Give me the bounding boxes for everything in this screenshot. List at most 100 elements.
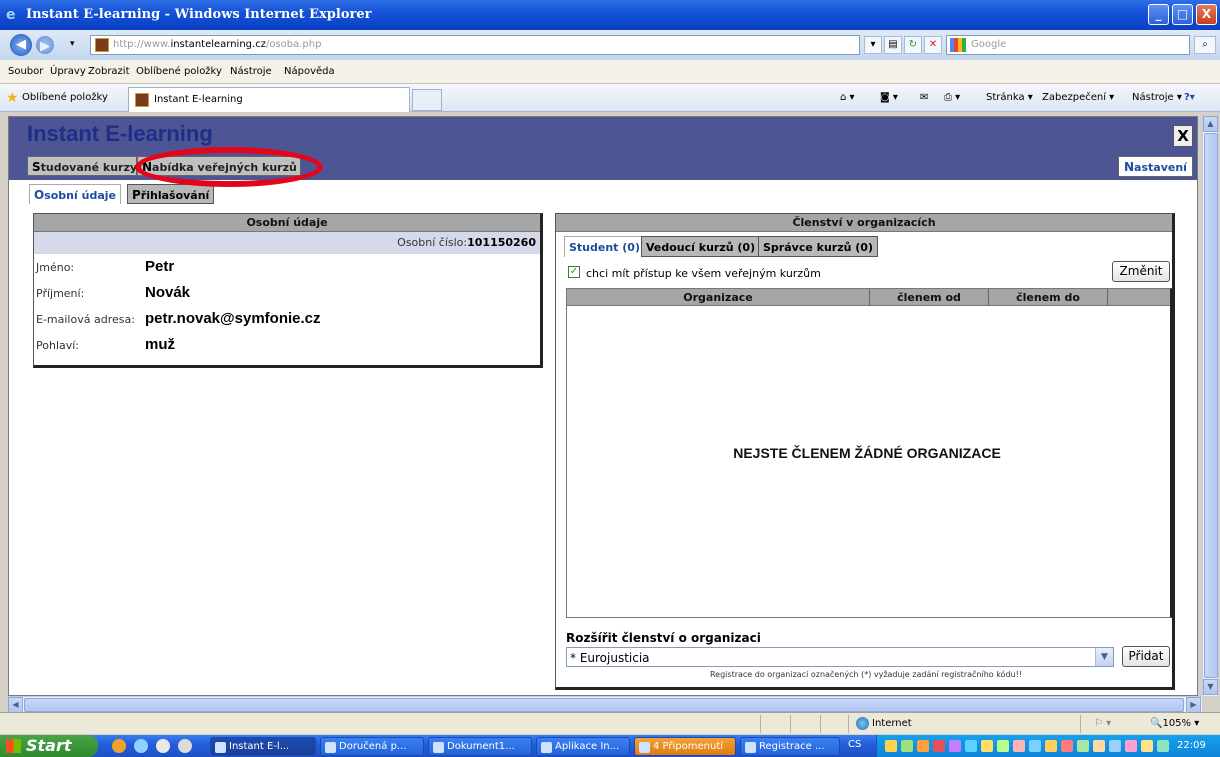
chevron-down-icon[interactable]: ▼ [1095, 648, 1113, 666]
search-button[interactable]: ⌕ [1194, 36, 1216, 54]
zoom-level[interactable]: 🔍105% ▾ [1150, 718, 1199, 729]
quicklaunch-app-icon[interactable] [156, 739, 170, 753]
tray-icon[interactable] [1157, 740, 1169, 752]
ie-logo-icon: e [6, 7, 16, 23]
tray-icon[interactable] [997, 740, 1009, 752]
field-label: Jméno: [36, 261, 75, 274]
menu-edit[interactable]: Úpravy [50, 66, 86, 77]
language-indicator[interactable]: CS [848, 739, 861, 750]
horizontal-scroll-thumb[interactable] [24, 698, 1184, 712]
menu-tools[interactable]: Nástroje [230, 66, 272, 77]
feeds-icon[interactable]: ◙ ▾ [880, 92, 898, 103]
forward-button[interactable]: ▶ [36, 36, 54, 54]
quicklaunch-firefox-icon[interactable] [112, 739, 126, 753]
address-dropdown-icon[interactable]: ▾ [864, 36, 882, 54]
change-button[interactable]: Změnit [1112, 261, 1170, 282]
personal-data-header: Osobní údaje [34, 214, 540, 232]
task-inbox[interactable]: Doručená p... [320, 737, 424, 756]
tray-icon[interactable] [981, 740, 993, 752]
app-close-button[interactable]: X [1173, 125, 1193, 147]
favorites-star-icon[interactable]: ★ [6, 90, 19, 106]
app-title: Instant E-learning [27, 121, 213, 146]
task-reminders[interactable]: 4 Připomenutí [634, 737, 736, 756]
start-button[interactable]: Start [0, 735, 98, 757]
tray-icon[interactable] [1013, 740, 1025, 752]
organization-select[interactable]: * Eurojusticia ▼ [566, 647, 1114, 667]
task-registration[interactable]: Registrace ... [740, 737, 840, 756]
system-clock[interactable]: 22:09 [1177, 740, 1206, 751]
quicklaunch-ie-icon[interactable] [134, 739, 148, 753]
subtab-login[interactable]: Přihlašování [127, 184, 215, 204]
mail-icon[interactable]: ✉ [920, 92, 928, 103]
tab-course-admin[interactable]: Správce kurzů (0) [758, 236, 878, 257]
horizontal-scrollbar[interactable]: ◀ ▶ [8, 696, 1202, 713]
field-label: Pohlaví: [36, 339, 80, 352]
task-ie-window[interactable]: Instant E-l... [210, 737, 316, 756]
history-dropdown-icon[interactable]: ▾ [70, 39, 75, 49]
menu-file[interactable]: Soubor [8, 66, 43, 77]
menu-view[interactable]: Zobrazit [88, 66, 130, 77]
tray-icon[interactable] [1141, 740, 1153, 752]
tray-icon[interactable] [1109, 740, 1121, 752]
tab-student[interactable]: Student (0) [564, 236, 645, 257]
tray-icon[interactable] [1061, 740, 1073, 752]
protected-mode-icon[interactable]: ⚐ ▾ [1094, 718, 1111, 729]
menu-favorites[interactable]: Oblíbené položky [136, 66, 222, 77]
search-placeholder: Google [971, 39, 1007, 50]
back-button[interactable]: ◀ [10, 34, 32, 56]
browser-tab[interactable]: Instant E-learning [128, 87, 410, 112]
tray-icon[interactable] [1029, 740, 1041, 752]
address-bar[interactable]: http://www.instantelearning.cz/osoba.php [90, 35, 860, 55]
favorites-label[interactable]: Oblíbené položky [22, 92, 108, 103]
home-icon[interactable]: ⌂ ▾ [840, 92, 855, 103]
tab-settings[interactable]: Nastavení [1118, 156, 1193, 177]
window-title-bar: e Instant E-learning - Windows Internet … [0, 0, 1220, 30]
tray-icon[interactable] [965, 740, 977, 752]
tray-icon[interactable] [885, 740, 897, 752]
tray-icon[interactable] [901, 740, 913, 752]
column-member-to[interactable]: členem do [989, 291, 1107, 304]
search-input[interactable]: Google [946, 35, 1190, 55]
scroll-right-icon[interactable]: ▶ [1186, 697, 1201, 713]
tray-icon[interactable] [933, 740, 945, 752]
column-member-from[interactable]: členem od [870, 291, 988, 304]
registration-note: Registrace do organizací označených (*) … [709, 670, 1023, 679]
scroll-up-icon[interactable]: ▲ [1203, 116, 1218, 132]
print-icon[interactable]: ⎙ ▾ [944, 92, 960, 103]
tab-studied-courses[interactable]: Studované kurzy [27, 156, 137, 176]
vertical-scroll-thumb[interactable] [1204, 133, 1218, 678]
task-application[interactable]: Aplikace In... [536, 737, 630, 756]
task-document[interactable]: Dokument1... [428, 737, 532, 756]
scroll-left-icon[interactable]: ◀ [8, 697, 23, 713]
subtab-personal-data[interactable]: Osobní údaje [29, 184, 121, 204]
maximize-button[interactable]: □ [1172, 4, 1193, 25]
vertical-scrollbar[interactable]: ▲ ▼ [1202, 116, 1218, 696]
safety-menu[interactable]: Zabezpečení ▾ [1042, 92, 1114, 103]
tray-icon[interactable] [1125, 740, 1137, 752]
tray-icon[interactable] [1045, 740, 1057, 752]
tray-icon[interactable] [917, 740, 929, 752]
tray-icon[interactable] [949, 740, 961, 752]
new-tab-button[interactable] [412, 89, 442, 111]
column-organization[interactable]: Organizace [567, 291, 869, 304]
quicklaunch-desktop-icon[interactable] [178, 739, 192, 753]
address-toolbar: ◀ ▶ ▾ http://www.instantelearning.cz/oso… [0, 30, 1220, 60]
internet-zone-icon [856, 717, 869, 730]
field-row-email: E-mailová adresa: petr.novak@symfonie.cz [34, 306, 540, 332]
help-icon[interactable]: ?▾ [1184, 92, 1195, 103]
scroll-down-icon[interactable]: ▼ [1203, 679, 1218, 695]
refresh-icon[interactable]: ↻ [904, 36, 922, 54]
minimize-button[interactable]: _ [1148, 4, 1169, 25]
tray-icon[interactable] [1093, 740, 1105, 752]
security-zone[interactable]: Internet [872, 718, 912, 729]
stop-icon[interactable]: ✕ [924, 36, 942, 54]
compatibility-view-icon[interactable]: ▤ [884, 36, 902, 54]
tab-course-leader[interactable]: Vedoucí kurzů (0) [641, 236, 761, 257]
page-menu[interactable]: Stránka ▾ [986, 92, 1033, 103]
public-access-checkbox[interactable]: ✓ [568, 266, 580, 278]
tray-icon[interactable] [1077, 740, 1089, 752]
close-window-button[interactable]: X [1196, 4, 1217, 25]
menu-help[interactable]: Nápověda [284, 66, 335, 77]
add-button[interactable]: Přidat [1122, 646, 1170, 667]
tools-menu[interactable]: Nástroje ▾ [1132, 92, 1182, 103]
